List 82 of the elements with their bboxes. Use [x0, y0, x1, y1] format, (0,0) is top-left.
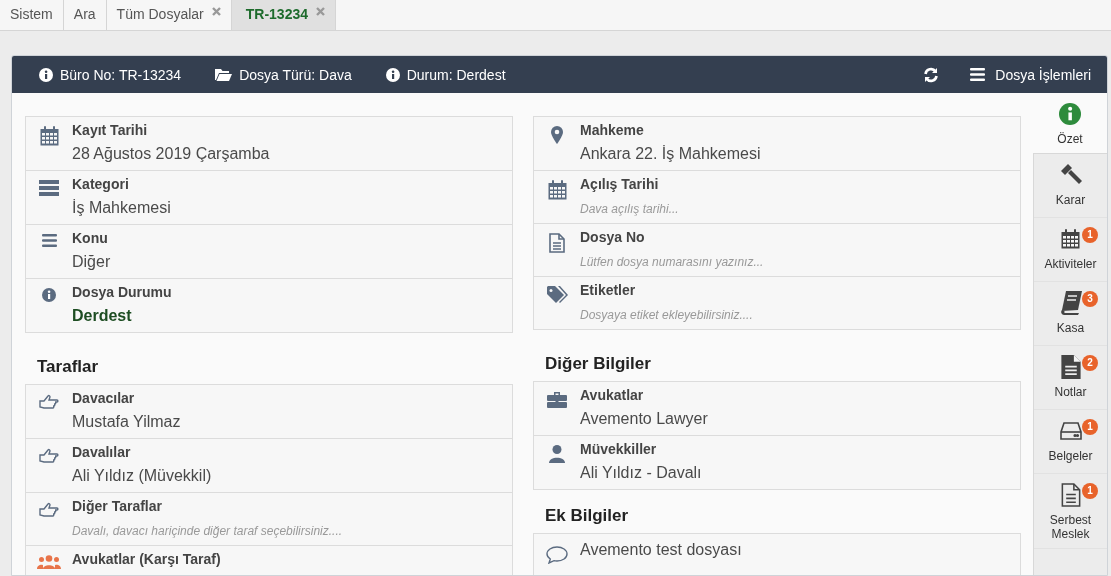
- count-badge: 1: [1082, 483, 1098, 499]
- folder-icon: [215, 68, 233, 81]
- file-actions-menu[interactable]: Dosya İşlemleri: [970, 66, 1091, 83]
- info-icon: [385, 67, 400, 82]
- field-label: Açılış Tarihi: [580, 176, 660, 192]
- field-label: Kategori: [72, 176, 130, 192]
- briefcase-icon: [547, 391, 567, 408]
- field-value: Diğer: [72, 252, 112, 272]
- calendar-icon: [547, 180, 567, 200]
- hard-drive-icon: [1059, 419, 1082, 443]
- field-label: Kayıt Tarihi: [72, 122, 149, 138]
- side-nav-item[interactable]: Karar: [1034, 154, 1107, 218]
- book-icon: [1059, 291, 1082, 315]
- note-text: Avemento test dosyası: [580, 540, 743, 560]
- section-title: Diğer Bilgiler: [544, 353, 652, 375]
- hand-pointing-icon: [39, 502, 59, 518]
- side-nav-item[interactable]: Serbest Meslek 1: [1034, 474, 1107, 549]
- field-label: Avukatlar: [580, 387, 645, 403]
- input-field[interactable]: Dosyaya etiket ekleyebilirsiniz....: [580, 307, 1014, 323]
- close-icon[interactable]: [211, 7, 221, 16]
- field-value: Ali Yıldız - Davalı: [580, 463, 703, 483]
- input-row[interactable]: Diğer Taraflar Davalı, davacı hariçinde diğer taraf seçebilirsiniz....: [25, 492, 513, 546]
- hand-pointing-icon: [39, 394, 59, 410]
- side-nav-item[interactable]: Kasa 3: [1034, 282, 1107, 346]
- calendar-icon: [39, 126, 59, 146]
- field-value: Ali Yıldız (Müvekkil): [72, 466, 213, 486]
- tags-icon: [546, 286, 568, 304]
- input-field[interactable]: Lütfen dosya numarasını yazınız...: [580, 254, 1014, 270]
- field-value: Mustafa Yilmaz: [72, 412, 182, 432]
- input-row[interactable]: Etiketler Dosyaya etiket ekleyebilirsiniz....: [533, 276, 1021, 330]
- field-label: Müvekkiller: [580, 441, 658, 457]
- status-value: Derdest: [72, 306, 133, 326]
- map-marker-icon: [551, 126, 563, 144]
- info-icon: [42, 288, 56, 302]
- header-info: Durum: Derdest: [406, 66, 506, 83]
- field-label: Konu: [72, 230, 109, 246]
- input-row[interactable]: Açılış Tarihi Dava açılış tarihi...: [533, 170, 1021, 224]
- refresh-icon[interactable]: [923, 66, 940, 83]
- count-badge: 3: [1082, 291, 1098, 307]
- user-icon: [549, 445, 565, 463]
- field-label: Dosya Durumu: [72, 284, 173, 300]
- input-field[interactable]: Davalı, davacı hariçinde diğer taraf seçebilirsiniz....: [72, 523, 506, 539]
- field-value: İş Mahkemesi: [72, 198, 172, 218]
- menu-icon: [41, 234, 57, 247]
- close-icon[interactable]: [316, 7, 325, 16]
- comment-icon: [546, 546, 568, 564]
- field-label: Davalılar: [72, 444, 132, 460]
- document-icon: [549, 233, 565, 253]
- hand-pointing-icon: [39, 448, 59, 464]
- document-icon: [1060, 483, 1081, 507]
- input-field[interactable]: Dava açılış tarihi...: [580, 201, 1014, 217]
- header-info: Büro No: TR-13234: [60, 66, 182, 83]
- tab[interactable]: Ara: [63, 0, 107, 30]
- field-label: Diğer Taraflar: [72, 498, 163, 514]
- field-value: 28 Ağustos 2019 Çarşamba: [72, 144, 271, 164]
- info-icon: [39, 67, 53, 82]
- count-badge: 2: [1082, 355, 1098, 371]
- menu-icon: [970, 68, 986, 81]
- info-icon: [1059, 102, 1081, 126]
- field-value: Ankara 22. İş Mahkemesi: [580, 144, 762, 164]
- section-title: Taraflar: [36, 356, 100, 378]
- header-info: Dosya Türü: Dava: [239, 66, 352, 83]
- tab[interactable]: Sistem: [0, 0, 64, 30]
- document-icon: [1060, 355, 1081, 379]
- field-label: Mahkeme: [580, 122, 645, 138]
- field-label: Davacılar: [72, 390, 136, 406]
- tab[interactable]: Tüm Dosyalar: [106, 0, 232, 30]
- side-nav-item[interactable]: Belgeler 1: [1034, 410, 1107, 474]
- side-nav-item[interactable]: Notlar 2: [1034, 346, 1107, 410]
- field-value: Avemento Lawyer: [580, 409, 709, 429]
- side-nav-item[interactable]: Özet: [1033, 93, 1107, 154]
- field-label: Etiketler: [580, 282, 637, 298]
- section-title: Ek Bilgiler: [544, 505, 630, 527]
- side-nav-item[interactable]: Aktiviteler 1: [1034, 218, 1107, 282]
- calendar-icon: [1061, 227, 1080, 251]
- users-icon: [37, 555, 61, 569]
- field-label: Avukatlar (Karşı Taraf): [72, 551, 222, 567]
- input-row[interactable]: Dosya No Lütfen dosya numarasını yazınız...: [533, 223, 1021, 277]
- tab[interactable]: TR-13234: [231, 0, 336, 30]
- count-badge: 1: [1082, 227, 1098, 243]
- count-badge: 1: [1082, 419, 1098, 435]
- field-label: Dosya No: [580, 229, 646, 245]
